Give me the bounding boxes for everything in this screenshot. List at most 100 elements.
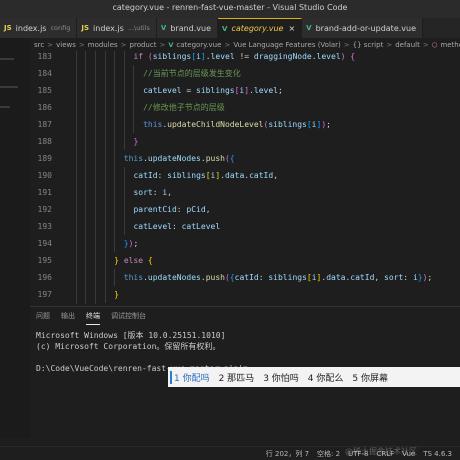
indent-guide <box>123 51 125 65</box>
status-item[interactable]: TS 4.6.3 <box>423 450 452 458</box>
panel-tab[interactable]: 问题 <box>36 308 50 324</box>
indent-guide <box>85 201 87 218</box>
indent-guide <box>75 99 77 116</box>
code-token: ; <box>326 120 331 129</box>
code-token: : <box>403 273 413 282</box>
tab-index-js[interactable]: JS index.js ...\utils <box>77 18 157 38</box>
code-token: sort <box>133 188 153 197</box>
code-line: 187 this.updateChildNodeLevel(siblings[i… <box>30 116 460 133</box>
tab-category-vue[interactable]: Vcategory.vue × <box>218 18 303 38</box>
code-line: 195 } else { <box>30 252 460 269</box>
indent-guide <box>114 235 116 252</box>
code-token: else <box>119 256 148 265</box>
code-line: 186 //修改他子节点的层级 <box>30 99 460 116</box>
indent-guide <box>94 184 96 201</box>
indent-guide <box>75 269 77 286</box>
js-file-icon: JS <box>81 24 90 32</box>
code-text: this.updateNodes.push({catId: siblings[i… <box>52 273 432 282</box>
indent-guide <box>94 51 96 65</box>
code-token: level <box>253 86 278 95</box>
code-token: updateNodes <box>147 154 201 163</box>
tab-description: config <box>50 24 71 32</box>
code-token: level <box>210 52 235 61</box>
code-token: : <box>176 205 187 214</box>
code-token: : <box>152 188 163 197</box>
indent-guide <box>85 218 87 235</box>
indent-guide <box>123 116 125 133</box>
code-line: 194 }); <box>30 235 460 252</box>
breadcrumb-item[interactable]: default <box>395 41 420 49</box>
close-icon[interactable]: × <box>288 24 295 33</box>
code-token: data <box>225 171 245 180</box>
ime-candidate[interactable]: 5 你屏幕 <box>352 371 388 384</box>
indent-guide <box>85 150 87 167</box>
panel-tab[interactable]: 输出 <box>61 308 75 324</box>
code-text: catLevel: catLevel <box>52 222 220 231</box>
indent-guide <box>75 167 77 184</box>
panel-tab[interactable]: 调试控制台 <box>111 308 146 324</box>
ime-candidate[interactable]: 4 你配么 <box>308 371 344 384</box>
ime-candidate[interactable]: 1 你配吗 <box>174 371 210 384</box>
indent-guide <box>94 218 96 235</box>
breadcrumb-item[interactable]: views <box>56 41 76 49</box>
panel-tab[interactable]: 终端 <box>86 308 100 325</box>
method-icon: ⬡ <box>431 40 438 49</box>
tab-brand-vue[interactable]: Vbrand.vue <box>156 18 219 38</box>
code-editor[interactable]: 183 if (siblings[i].level != draggingNod… <box>30 51 460 304</box>
indent-guide <box>94 116 96 133</box>
line-number: 196 <box>37 273 52 282</box>
code-token: parentCid <box>133 205 177 214</box>
indent-guide <box>104 235 106 252</box>
indent-guide <box>94 235 96 252</box>
code-text: //当前节点的层级发生变化 <box>52 68 241 79</box>
line-number: 190 <box>37 171 52 180</box>
indent-guide <box>114 184 116 201</box>
code-token: if <box>133 52 148 61</box>
code-token: this <box>123 273 144 282</box>
code-token: } <box>133 137 139 146</box>
line-number: 184 <box>37 69 52 78</box>
indent-guide <box>75 201 77 218</box>
ime-candidate[interactable]: 2 那匹马 <box>219 371 255 384</box>
indent-guide <box>104 65 106 82</box>
indent-guide <box>123 133 125 150</box>
indent-guide <box>114 133 116 150</box>
indent-guide <box>104 99 106 116</box>
breadcrumb-item[interactable]: modules <box>88 41 118 49</box>
code-line: 192 parentCid: pCid, <box>30 201 460 218</box>
code-token: { <box>147 256 153 265</box>
code-token: this <box>123 154 144 163</box>
code-token: ; <box>277 86 283 95</box>
breadcrumb-item[interactable]: methods <box>440 41 460 49</box>
code-token: catId <box>234 273 259 282</box>
breadcrumb-item[interactable]: src <box>34 41 44 49</box>
status-item[interactable]: 行 202，列 7 <box>266 449 309 459</box>
sidebar-item <box>0 86 18 88</box>
indent-guide <box>75 65 77 82</box>
code-line: 184 //当前节点的层级发生变化 <box>30 65 460 82</box>
breadcrumb-item[interactable]: Vue Language Features (Volar) <box>233 41 340 49</box>
indent-guide <box>85 51 87 65</box>
ime-candidate[interactable]: 3 你怕吗 <box>263 371 299 384</box>
indent-guide <box>75 51 77 65</box>
indent-guide <box>94 133 96 150</box>
code-line: 193 catLevel: catLevel <box>30 218 460 235</box>
panel-tabs: 问题 输出 终端 调试控制台 <box>36 307 157 325</box>
tab-index-js[interactable]: JS index.js config <box>0 18 78 38</box>
terminal-line: (c) Microsoft Corporation。保留所有权利。 <box>36 342 221 351</box>
code-token: catLevel <box>143 86 182 95</box>
code-token: , <box>374 273 385 282</box>
chevron-right-icon: > <box>386 40 393 49</box>
status-item[interactable]: 空格: 2 <box>317 449 340 459</box>
breadcrumb-item[interactable]: product <box>130 41 157 49</box>
indent-guide <box>123 82 125 99</box>
indent-guide <box>94 65 96 82</box>
code-token: , <box>167 188 172 197</box>
tab-label: brand.vue <box>170 23 212 33</box>
breadcrumb-item[interactable]: {} script <box>353 41 384 49</box>
code-line: 198 } <box>30 303 460 304</box>
breadcrumb-item[interactable]: category.vue <box>176 41 221 49</box>
line-number: 186 <box>37 103 52 112</box>
code-token: = <box>181 86 197 95</box>
tab-brand-add-or-update-vue[interactable]: Vbrand-add-or-update.vue <box>302 18 424 38</box>
